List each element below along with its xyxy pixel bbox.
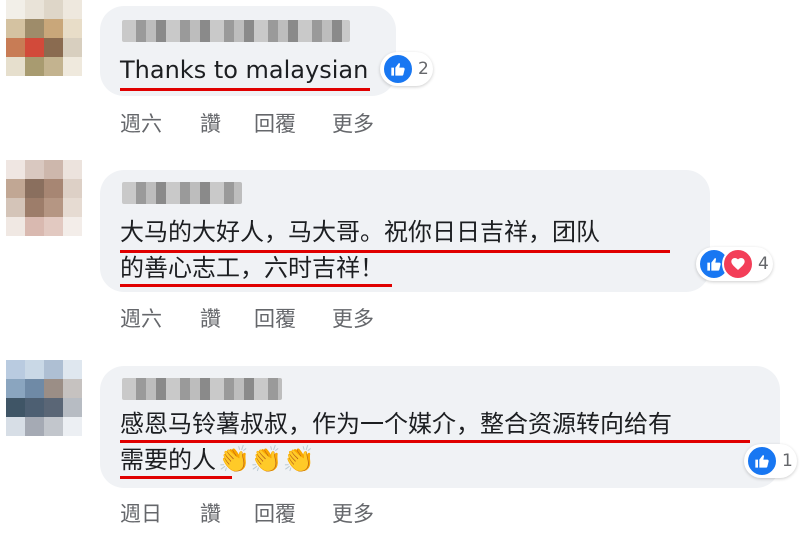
timestamp[interactable]: 週六 <box>120 108 200 138</box>
comment-text-line: 需要的人 <box>120 446 216 474</box>
more-link[interactable]: 更多 <box>332 108 374 138</box>
reaction-summary[interactable]: 2 <box>380 52 433 86</box>
avatar[interactable] <box>6 160 82 236</box>
reaction-count: 4 <box>758 254 769 274</box>
commenter-name[interactable] <box>122 20 350 42</box>
comment-actions: 週六 讚 回覆 更多 <box>120 303 374 333</box>
comment-actions: 週六 讚 回覆 更多 <box>120 108 374 138</box>
comment-text: 感恩马铃薯叔叔，作为一个媒介，整合资源转向给有 <box>120 410 672 438</box>
reaction-count: 1 <box>782 451 793 471</box>
commenter-name[interactable] <box>122 378 282 400</box>
timestamp[interactable]: 週六 <box>120 303 200 333</box>
more-link[interactable]: 更多 <box>332 498 374 528</box>
like-link[interactable]: 讚 <box>200 498 254 528</box>
more-link[interactable]: 更多 <box>332 303 374 333</box>
reaction-count: 2 <box>418 59 429 79</box>
avatar[interactable] <box>6 360 82 436</box>
avatar[interactable] <box>6 0 82 76</box>
reply-link[interactable]: 回覆 <box>254 108 332 138</box>
reply-link[interactable]: 回覆 <box>254 303 332 333</box>
reaction-summary[interactable]: 4 <box>696 247 773 281</box>
comment-bubble: 感恩马铃薯叔叔，作为一个媒介，整合资源转向给有 需要的人👏👏👏 <box>100 366 780 488</box>
highlight-underline <box>120 284 392 287</box>
comment-actions: 週日 讚 回覆 更多 <box>120 498 374 528</box>
like-link[interactable]: 讚 <box>200 303 254 333</box>
comment-text: 大马的大好人，马大哥。祝你日日吉祥，团队 <box>120 218 600 246</box>
comment-text: 的善心志工，六时吉祥！ <box>120 254 384 282</box>
reply-link[interactable]: 回覆 <box>254 498 332 528</box>
clapping-hands-emoji: 👏👏👏 <box>218 445 316 475</box>
like-icon <box>382 53 414 85</box>
comment-bubble: 大马的大好人，马大哥。祝你日日吉祥，团队 的善心志工，六时吉祥！ <box>100 170 710 292</box>
commenter-name[interactable] <box>122 182 242 204</box>
comment-text: Thanks to malaysian <box>120 56 369 84</box>
timestamp[interactable]: 週日 <box>120 498 200 528</box>
like-link[interactable]: 讚 <box>200 108 254 138</box>
highlight-underline <box>120 476 232 479</box>
love-icon <box>722 248 754 280</box>
reaction-summary[interactable]: 1 <box>744 444 797 478</box>
like-icon <box>746 445 778 477</box>
highlight-underline <box>120 88 370 91</box>
comment-bubble: Thanks to malaysian <box>100 6 396 96</box>
comment-text: 需要的人👏👏👏 <box>120 442 315 478</box>
